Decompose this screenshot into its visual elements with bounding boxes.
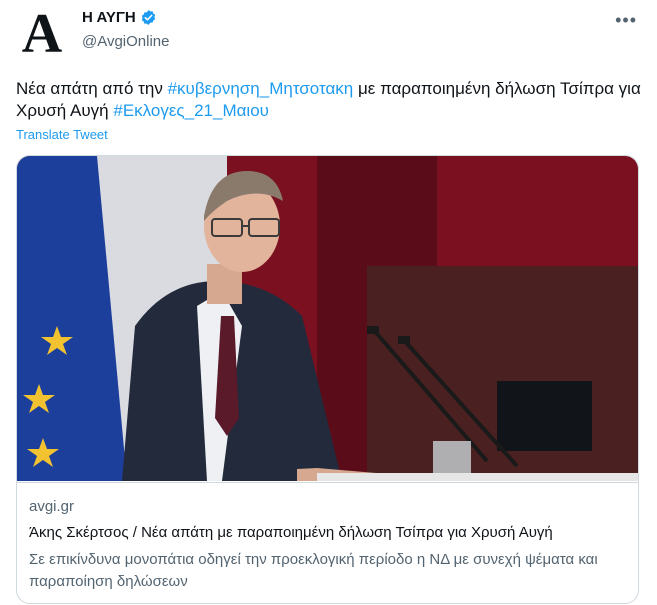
author-handle[interactable]: @AvgiOnline (82, 33, 170, 50)
author-name-row: Η ΑΥΓΗ (82, 9, 157, 26)
avatar[interactable]: A (16, 3, 68, 65)
translate-tweet-link[interactable]: Translate Tweet (16, 127, 108, 142)
hashtag-link[interactable]: #Εκλογες_21_Μαιου (113, 101, 269, 120)
tweet-container: A Η ΑΥΓΗ @AvgiOnline ••• Νέα απάτη από τ… (0, 0, 657, 605)
card-image[interactable] (17, 156, 638, 481)
card-title: Άκης Σκέρτσος / Νέα απάτη με παραποιημέν… (29, 524, 553, 541)
tweet-text: Νέα απάτη από την #κυβερνηση_Μητσοτακη μ… (16, 78, 641, 122)
tweet-text-part: Νέα απάτη από την (16, 79, 168, 98)
verified-badge-icon (141, 10, 155, 25)
avatar-letter: A (21, 3, 63, 65)
display-name[interactable]: Η ΑΥΓΗ (82, 9, 136, 26)
link-card[interactable]: avgi.gr Άκης Σκέρτσος / Νέα απάτη με παρ… (16, 155, 639, 604)
more-icon[interactable]: ••• (615, 10, 637, 31)
card-description: Σε επικίνδυνα μονοπάτια οδηγεί την προεκ… (29, 551, 598, 590)
card-info: avgi.gr Άκης Σκέρτσος / Νέα απάτη με παρ… (17, 482, 638, 590)
hashtag-link[interactable]: #κυβερνηση_Μητσοτακη (168, 79, 354, 98)
card-domain: avgi.gr (29, 498, 75, 515)
